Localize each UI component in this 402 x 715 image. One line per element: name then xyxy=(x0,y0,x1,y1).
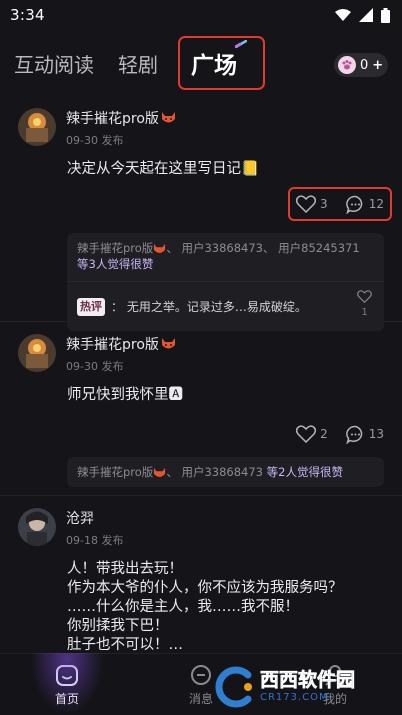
sparkle-icon xyxy=(235,40,247,48)
nav-home[interactable]: 首页 xyxy=(27,662,107,707)
comment-count: 13 xyxy=(368,427,384,441)
comment-bubble-icon xyxy=(345,195,362,214)
bottom-nav: 首页 消息 我的 西西软件园 CR173.COM xyxy=(0,653,402,715)
watermark-url: CR173.COM xyxy=(260,692,329,703)
top-tab-bar: 互动阅读 轻剧 广场 0 + xyxy=(0,30,402,96)
comment-button[interactable]: 12 xyxy=(345,195,384,214)
author-name[interactable]: 辣手摧花pro版 xyxy=(66,334,159,354)
nav-messages-label: 消息 xyxy=(188,692,213,706)
liked-by-others: 、 用户33868473 xyxy=(166,465,267,479)
avatar[interactable] xyxy=(18,508,56,546)
like-count: 2 xyxy=(320,427,328,441)
battery-icon xyxy=(381,7,390,23)
home-icon xyxy=(56,665,78,686)
post-date: 09-30 发布 xyxy=(66,134,124,147)
devil-icon xyxy=(154,243,166,253)
heart-icon xyxy=(357,290,372,303)
status-bar: 3:34 xyxy=(0,0,402,30)
message-icon xyxy=(191,665,211,685)
liked-by-others: 、 用户33868473、 用户85245371 xyxy=(166,241,360,255)
watermark-logo xyxy=(215,666,252,708)
likes-summary[interactable]: 辣手摧花pro版、 用户33868473、 用户85245371 等3人觉得很赞… xyxy=(67,233,384,331)
heart-icon xyxy=(296,195,316,213)
liked-by-first: 辣手摧花pro版 xyxy=(77,241,154,255)
hot-comment-tag: 热评 xyxy=(77,297,105,316)
hot-comment-text: ： 无用之举。记录过多…易成破绽。 xyxy=(111,299,307,314)
coin-add-button[interactable]: + xyxy=(372,58,383,73)
signal-icon xyxy=(359,8,373,22)
site-watermark: 西西软件园 CR173.COM xyxy=(212,663,382,711)
post-content: 师兄快到我怀里🅰 xyxy=(67,387,183,403)
tab-short-drama[interactable]: 轻剧 xyxy=(118,49,158,78)
liked-by-total[interactable]: 等2人觉得很赞 xyxy=(267,465,343,479)
hot-comment-like-count: 1 xyxy=(361,307,368,318)
post-card[interactable]: 辣手摧花pro版 09-30 发布 决定从今天起在这里写日记📒 3 12 辣手摧… xyxy=(0,96,402,331)
author-name[interactable]: 辣手摧花pro版 xyxy=(66,108,159,128)
post-content: 决定从今天起在这里写日记📒 xyxy=(67,161,260,177)
watermark-brand: 西西软件园 xyxy=(260,669,356,691)
post-card[interactable]: 沧羿 09-18 发布 人！带我出去玩！ 作为本大爷的仆人，你不应该为我服务吗？… xyxy=(0,496,402,653)
tab-square[interactable]: 广场 xyxy=(178,36,265,90)
like-count: 3 xyxy=(320,197,328,211)
liked-by-first: 辣手摧花pro版 xyxy=(77,465,154,479)
post-actions: 2 13 xyxy=(0,419,402,449)
post-date: 09-30 发布 xyxy=(66,360,124,373)
status-icons xyxy=(335,7,390,23)
post-feed: 辣手摧花pro版 09-30 发布 决定从今天起在这里写日记📒 3 12 辣手摧… xyxy=(0,96,402,653)
post-content: 人！带我出去玩！ 作为本大爷的仆人，你不应该为我服务吗？ ……什么你是主人，我…… xyxy=(67,561,343,653)
coin-count: 0 xyxy=(360,57,369,73)
status-time: 3:34 xyxy=(10,6,45,24)
post-date: 09-18 发布 xyxy=(66,534,124,547)
devil-icon xyxy=(154,467,166,477)
coin-balance[interactable]: 0 + xyxy=(334,53,388,77)
heart-icon xyxy=(296,425,317,443)
tab-interactive-reading[interactable]: 互动阅读 xyxy=(14,49,94,78)
devil-icon xyxy=(161,112,175,123)
like-button[interactable]: 3 xyxy=(296,195,328,213)
devil-icon xyxy=(161,338,175,349)
post-card[interactable]: 辣手摧花pro版 09-30 发布 师兄快到我怀里🅰 2 13 辣手摧花pro版… xyxy=(0,322,402,496)
tab-square-label: 广场 xyxy=(191,53,237,79)
comment-button[interactable]: 13 xyxy=(345,425,384,444)
post-actions-highlighted: 3 12 xyxy=(288,187,392,221)
avatar[interactable] xyxy=(18,108,56,146)
avatar[interactable] xyxy=(18,334,56,372)
like-button[interactable]: 2 xyxy=(296,425,328,443)
nav-home-label: 首页 xyxy=(54,692,79,706)
liked-by-total[interactable]: 等3人觉得很赞 xyxy=(77,257,153,271)
wifi-icon xyxy=(335,8,351,21)
hot-comment-like-button[interactable]: 1 xyxy=(357,290,372,321)
author-name[interactable]: 沧羿 xyxy=(66,508,94,528)
likes-summary[interactable]: 辣手摧花pro版、 用户33868473 等2人觉得很赞 xyxy=(67,457,384,487)
comment-bubble-icon xyxy=(345,425,362,444)
paw-icon xyxy=(338,56,356,74)
comment-count: 12 xyxy=(368,197,384,211)
